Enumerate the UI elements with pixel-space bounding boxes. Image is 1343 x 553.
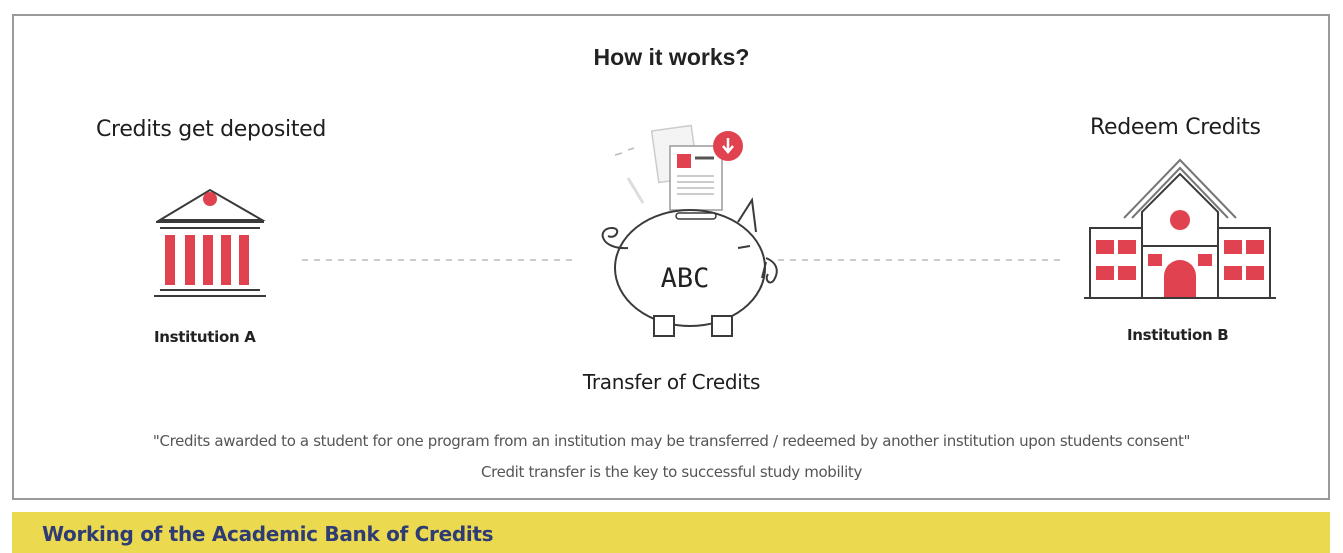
institution-a-caption: Institution A bbox=[154, 328, 256, 346]
explanation-quote: "Credits awarded to a student for one pr… bbox=[152, 432, 1191, 450]
bank-building-icon bbox=[154, 188, 266, 297]
piggy-label: ABC bbox=[661, 263, 710, 294]
diagram-title: How it works? bbox=[593, 44, 750, 70]
institution-b-caption: Institution B bbox=[1127, 326, 1229, 344]
tagline: Credit transfer is the key to successful… bbox=[481, 463, 862, 481]
caption-bar: Working of the Academic Bank of Credits bbox=[12, 512, 1330, 553]
redeem-heading: Redeem Credits bbox=[1090, 115, 1261, 140]
school-building-icon bbox=[1084, 158, 1276, 299]
transfer-caption: Transfer of Credits bbox=[582, 370, 761, 394]
deposit-heading: Credits get deposited bbox=[96, 117, 327, 142]
figure-caption: Working of the Academic Bank of Credits bbox=[42, 522, 494, 546]
piggy-bank-icon: ABC bbox=[601, 124, 778, 337]
